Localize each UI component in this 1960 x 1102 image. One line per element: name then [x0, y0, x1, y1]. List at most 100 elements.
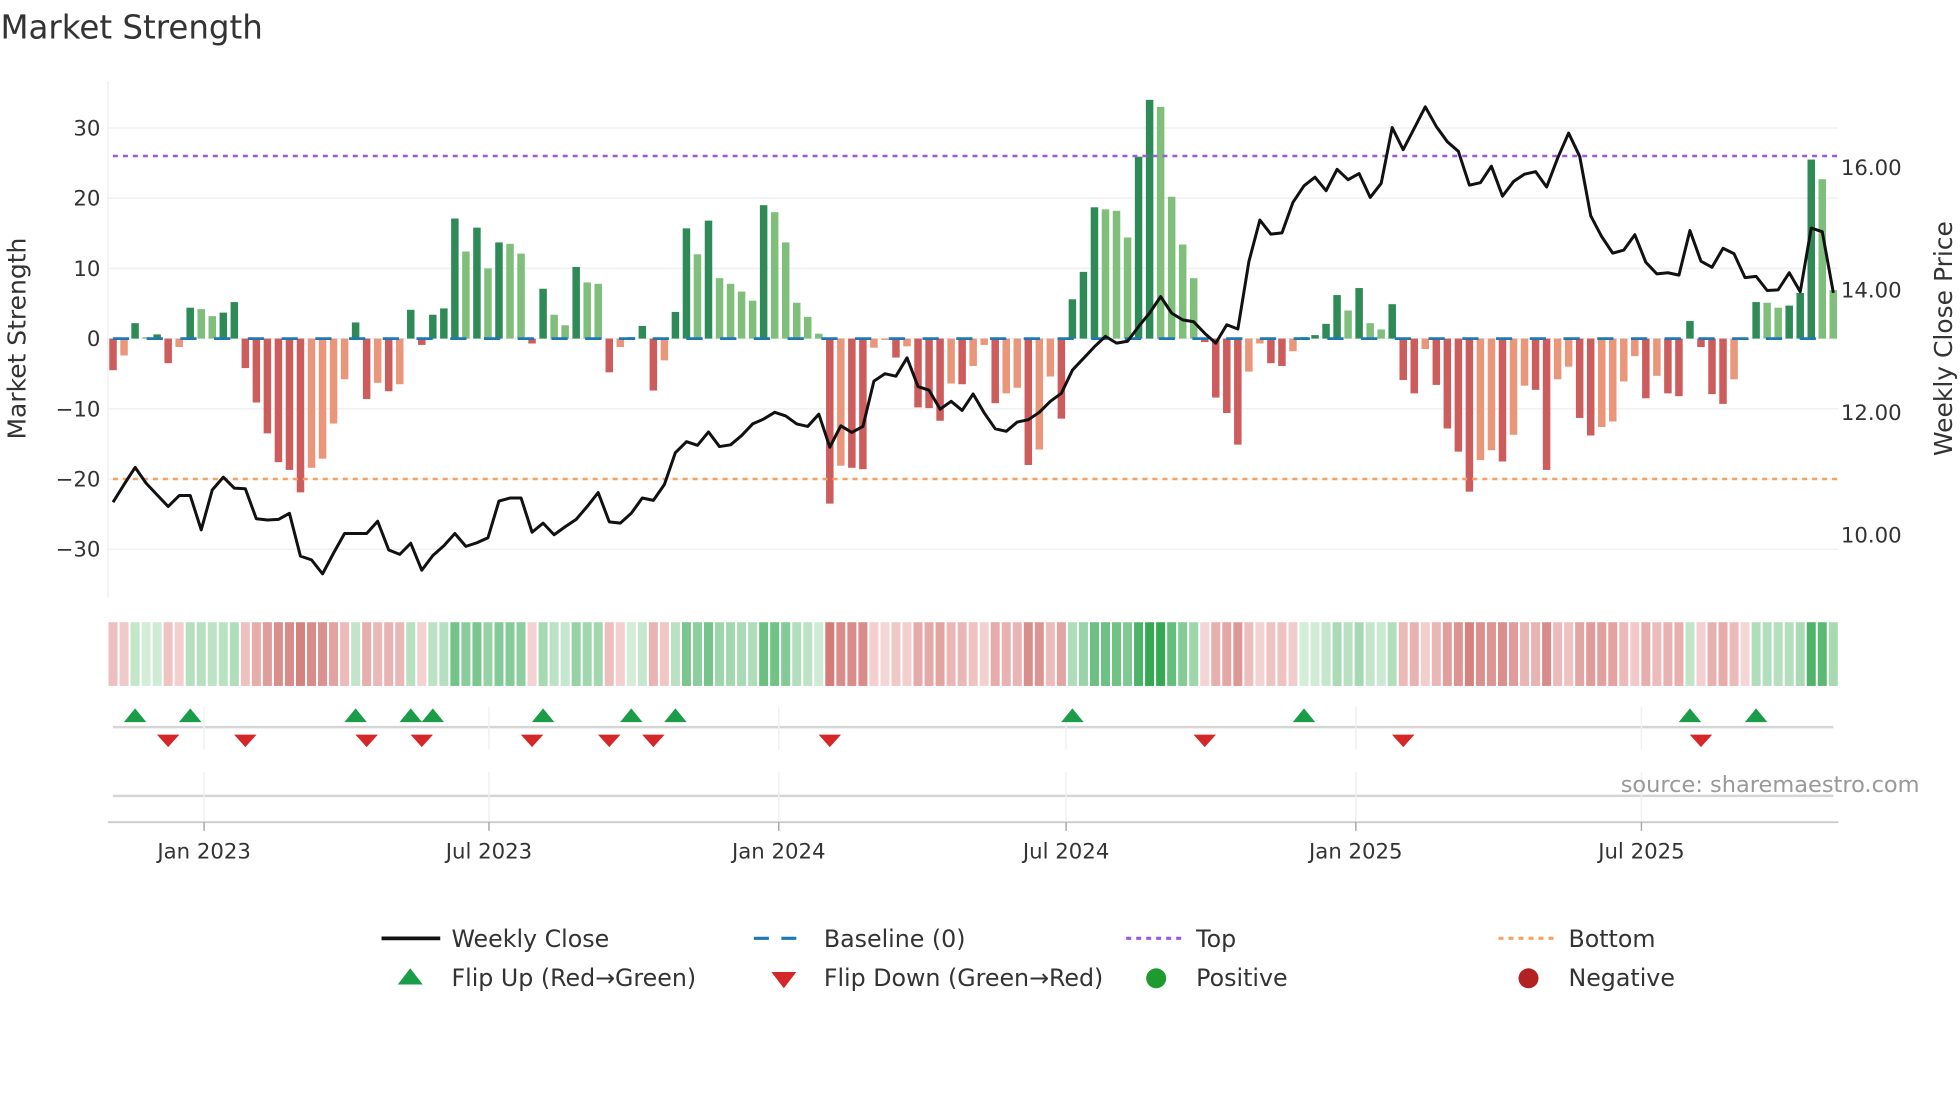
strength-bar [1388, 304, 1396, 339]
flip-up-marker [421, 708, 445, 723]
strip-cell [351, 622, 361, 686]
strip-cell [196, 622, 206, 686]
strip-cell [1034, 622, 1044, 686]
strip-cell [1045, 622, 1055, 686]
strength-bar [892, 338, 900, 358]
flip-up-marker [178, 708, 202, 723]
strength-heatmap-strip [108, 622, 1838, 686]
strength-bar [1454, 338, 1463, 452]
y-tick-label: 10 [73, 257, 100, 282]
strength-bar [539, 288, 547, 339]
strength-bar [770, 212, 779, 339]
strip-cell [1023, 622, 1033, 686]
strip-cell [185, 622, 195, 686]
strip-cell [935, 622, 945, 686]
strip-cell [869, 622, 879, 686]
strength-bar [1432, 338, 1441, 385]
strength-bar [1101, 209, 1110, 339]
strip-cell [163, 622, 173, 686]
strength-bar [1642, 338, 1650, 399]
strip-cell [1431, 622, 1441, 686]
strip-cell [1520, 622, 1530, 686]
legend-flip-up-label: Flip Up (Red→Green) [451, 964, 696, 992]
legend-negative-dot-icon [1518, 968, 1539, 989]
strip-cell [1354, 622, 1364, 686]
strength-bar [969, 338, 977, 366]
strength-bar [671, 311, 680, 339]
strength-bar [1311, 335, 1319, 339]
x-tick-label: Jan 2024 [730, 839, 826, 864]
strip-cell [1178, 622, 1188, 686]
flip-down-marker [818, 734, 842, 748]
strength-bar [1487, 338, 1496, 451]
strength-bar [649, 338, 658, 391]
strength-bar [1035, 338, 1044, 450]
strip-cell [273, 622, 283, 686]
legend-flip-up-triangle-icon [397, 968, 423, 985]
strip-cell [152, 622, 162, 686]
strip-cell [571, 622, 581, 686]
strip-cell [748, 622, 758, 686]
strip-cell [968, 622, 978, 686]
source-label: source: sharemaestro.com [1621, 772, 1920, 798]
left-axis-title: Market Strength [2, 238, 31, 440]
strip-cell [957, 622, 967, 686]
strength-bar [1322, 323, 1330, 339]
strip-cell [527, 622, 537, 686]
strength-bar [1465, 338, 1474, 492]
strip-cell [262, 622, 272, 686]
strip-cell [1123, 622, 1133, 686]
strip-cell [1597, 622, 1607, 686]
strip-cell [1564, 622, 1574, 686]
strip-cell [1398, 622, 1408, 686]
strength-bar [1553, 338, 1562, 380]
y-tick-label: −30 [56, 538, 101, 563]
strip-cell [1089, 622, 1099, 686]
flip-down-marker [234, 734, 257, 748]
y2-tick-label: 10.00 [1841, 523, 1902, 548]
strength-bar [1509, 338, 1518, 435]
strength-bar [1013, 338, 1022, 388]
strip-cell [1663, 622, 1673, 686]
strength-bar [991, 338, 999, 404]
strength-bar [1366, 323, 1374, 339]
strip-cell [1365, 622, 1375, 686]
strip-cell [1321, 622, 1331, 686]
strip-cell [1255, 622, 1265, 686]
strength-bar [1112, 210, 1121, 339]
strength-bar [1586, 338, 1595, 436]
strength-bar [550, 314, 558, 339]
strip-cell [1497, 622, 1507, 686]
strip-cell [924, 622, 934, 686]
strip-cell [1409, 622, 1419, 686]
strip-cell [384, 622, 394, 686]
right-axis: 16.00 14.00 12.00 10.00 [1841, 156, 1902, 548]
strength-bar [1829, 290, 1838, 339]
strength-bar [1278, 338, 1286, 366]
x-tick-label: Jul 2023 [444, 839, 532, 864]
strip-cell [307, 622, 317, 686]
y2-tick-label: 12.00 [1841, 401, 1902, 426]
strength-bar [947, 338, 955, 384]
strength-bar [362, 338, 371, 399]
strip-cell [1608, 622, 1618, 686]
y2-tick-label: 14.00 [1841, 278, 1902, 303]
flip-up-marker [664, 708, 687, 723]
strip-cell [1751, 622, 1761, 686]
strength-bar [1476, 338, 1485, 461]
strength-bar [351, 322, 360, 339]
left-axis: 30 20 10 0 −10 −20 −30 [56, 116, 101, 562]
strength-bar [1675, 338, 1683, 397]
strip-cell [692, 622, 702, 686]
strip-cell [1376, 622, 1386, 686]
strip-cell [979, 622, 989, 686]
strength-bar [484, 268, 492, 339]
strength-bar [1212, 338, 1220, 398]
strength-bar [848, 338, 856, 468]
legend: Weekly Close Baseline (0) Top Bottom Fli… [381, 925, 1675, 992]
strength-bar [1245, 338, 1253, 372]
strip-cell [1784, 622, 1794, 686]
strip-cell [626, 622, 636, 686]
strip-cell [240, 622, 250, 686]
legend-positive-dot-icon [1146, 968, 1167, 989]
